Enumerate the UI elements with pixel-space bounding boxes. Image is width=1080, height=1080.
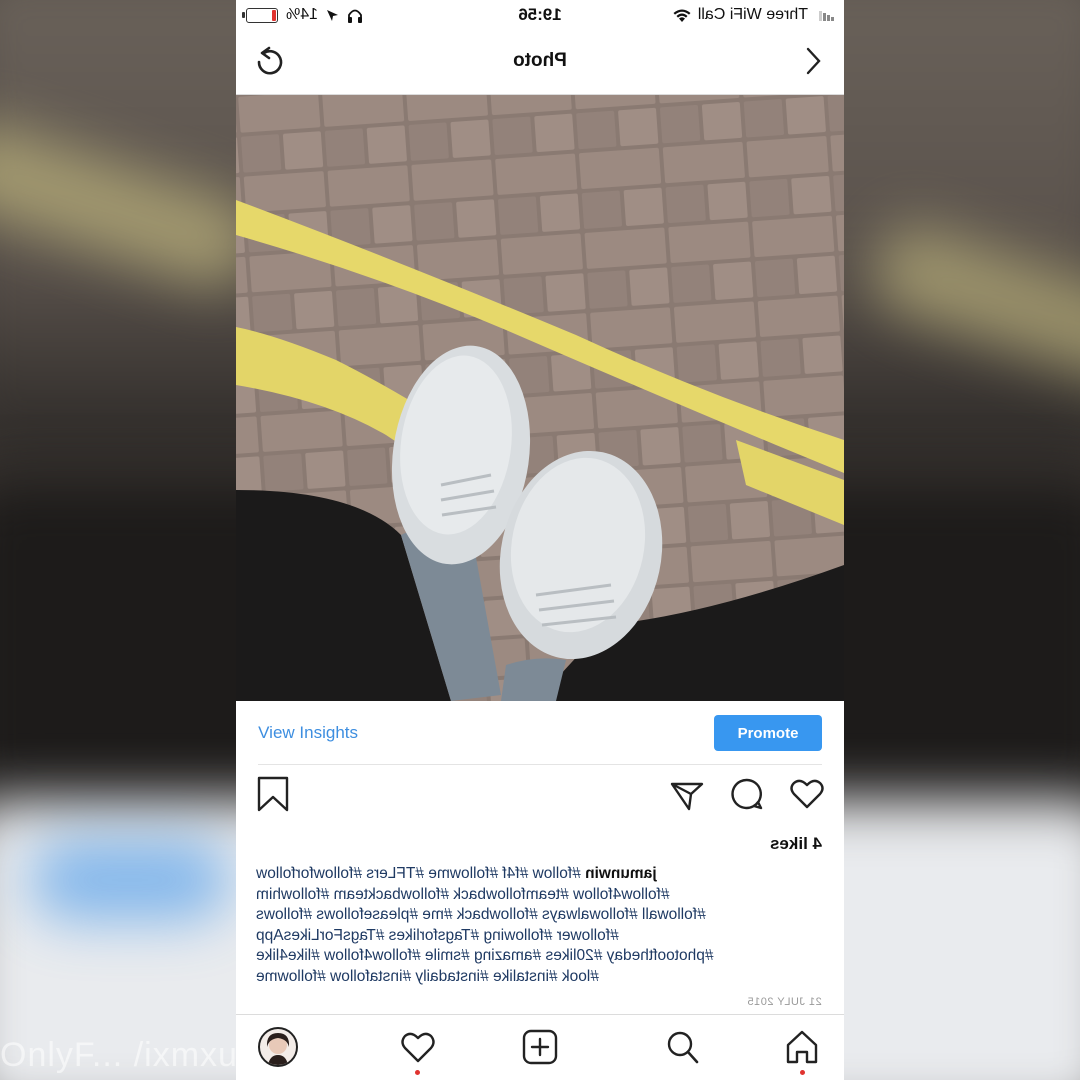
refresh-icon[interactable]: [250, 42, 290, 82]
post-photo[interactable]: [236, 95, 844, 701]
battery-percent: 14%: [286, 6, 319, 23]
status-right: 14%: [246, 6, 363, 24]
home-icon[interactable]: [782, 1027, 822, 1067]
page-title: Photo: [513, 50, 567, 71]
caption-line-2: #follow4follow #teamfollowback #followba…: [256, 885, 670, 903]
nav-bar: Photo: [236, 30, 844, 95]
activity-notification-dot: [415, 1070, 420, 1075]
profile-avatar[interactable]: [258, 1027, 298, 1067]
view-insights-link[interactable]: View Insights: [258, 723, 358, 743]
insights-bar: View Insights Promote: [236, 701, 844, 765]
caption-line-5: #photooftheday #20likes #amazing #smile …: [256, 947, 714, 965]
comment-icon[interactable]: [728, 775, 766, 813]
promote-label: Promote: [737, 724, 799, 742]
heart-icon[interactable]: [788, 775, 826, 813]
caption-line-3: #followall #followalways #followback #me…: [256, 906, 706, 924]
activity-heart-icon[interactable]: [398, 1027, 438, 1067]
caption-line-4: #follower #following #Tagsforlikes #Tags…: [256, 926, 619, 944]
send-icon[interactable]: [668, 775, 706, 813]
caption-line-1: #follow #f4f #followme #TFLers #followfo…: [256, 865, 586, 882]
location-arrow-icon: [327, 9, 339, 21]
status-bar: Three WiFi Call 19:56 14%: [236, 0, 844, 30]
bookmark-icon[interactable]: [254, 775, 292, 813]
likes-count[interactable]: 4 likes: [770, 834, 822, 854]
post-date: 21 JULY 2015: [747, 996, 822, 1008]
promote-button[interactable]: Promote: [714, 715, 822, 751]
divider: [258, 764, 822, 765]
add-post-icon[interactable]: [520, 1027, 560, 1067]
headphones-icon: [348, 9, 363, 23]
tab-bar: [236, 1014, 844, 1080]
search-icon[interactable]: [662, 1027, 702, 1067]
post-caption: jamunwin #follow #f4f #followme #TFLers …: [256, 864, 822, 988]
battery-icon: [246, 7, 278, 23]
caption-username[interactable]: jamunwin: [585, 865, 656, 882]
home-notification-dot: [800, 1070, 805, 1075]
watermark: OnlyF... /ixmxu: [0, 1036, 238, 1074]
phone-screen: Three WiFi Call 19:56 14% Photo View Ins…: [236, 0, 844, 1080]
caption-line-6: #look #instalike #instadaily #instafollo…: [256, 967, 599, 985]
post-actions: [236, 775, 844, 827]
